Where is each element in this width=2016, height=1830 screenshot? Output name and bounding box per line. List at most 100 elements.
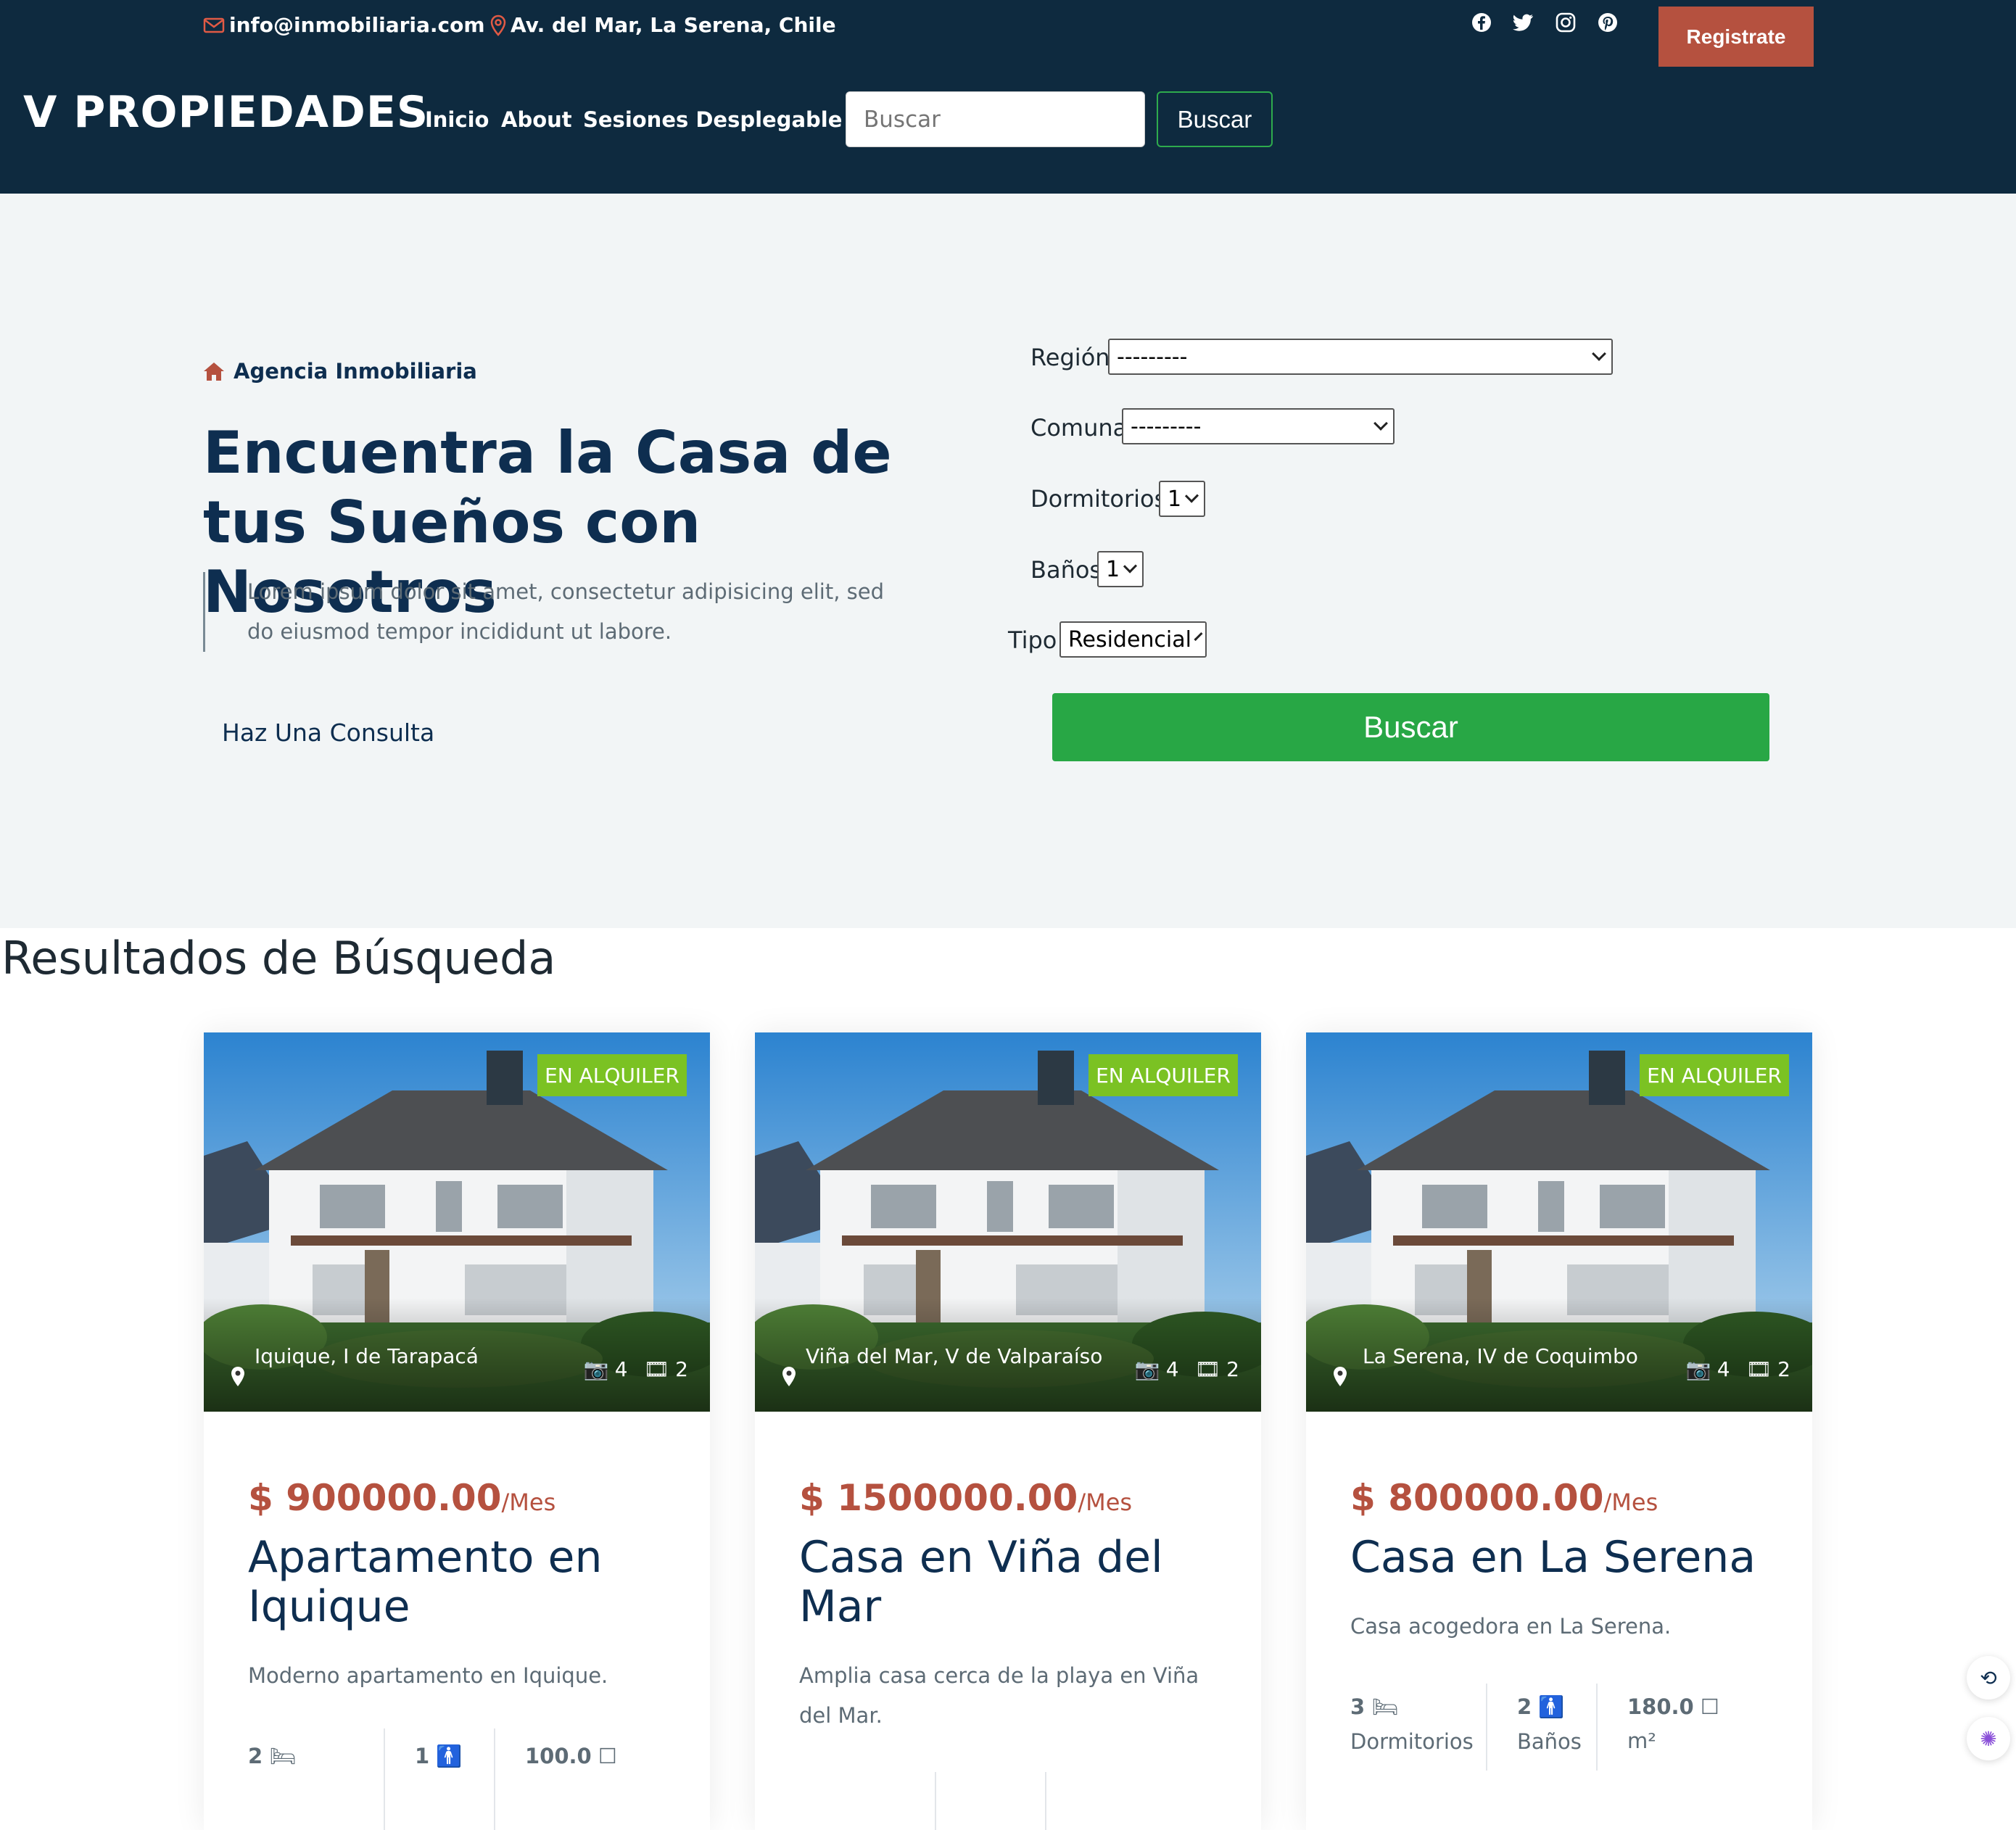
video-count: 2 — [1226, 1357, 1239, 1381]
status-badge: EN ALQUILER — [1088, 1054, 1238, 1096]
agency-tag-label: Agencia Inmobiliaria — [234, 359, 477, 384]
price-period: /Mes — [501, 1489, 556, 1516]
property-location: La Serena, IV de Coquimbo — [1363, 1344, 1638, 1368]
property-image[interactable]: EN ALQUILER Iquique, I de Tarapacá 📷 4 🎞 2 — [204, 1032, 710, 1412]
search-input[interactable] — [846, 91, 1145, 147]
photo-count: 4 — [1717, 1357, 1730, 1381]
media-counts: 📷 4 🎞 2 — [1686, 1357, 1790, 1381]
nav-link-inicio[interactable]: Inicio — [425, 107, 489, 132]
bed-icon: 🛏 — [1371, 1694, 1399, 1719]
property-card[interactable]: EN ALQUILER Viña del Mar, V de Valparaís… — [755, 1032, 1261, 1830]
results-title: Resultados de Búsqueda — [1, 932, 556, 985]
price-value: $ 900000.00 — [248, 1477, 502, 1519]
property-title[interactable]: Casa en La Serena — [1350, 1533, 1785, 1582]
region-label: Región — [1030, 344, 1110, 371]
contact-email[interactable]: info@inmobiliaria.com — [203, 13, 485, 37]
square-icon: ☐ — [1700, 1694, 1719, 1719]
map-pin-icon — [782, 1367, 796, 1386]
divider — [1486, 1684, 1487, 1771]
divider — [1596, 1684, 1598, 1771]
area-stat: 180.0 ☐ m² — [1627, 1694, 1719, 1763]
property-card[interactable]: EN ALQUILER La Serena, IV de Coquimbo 📷 4… — [1306, 1032, 1812, 1830]
beds-count: 3 — [1350, 1694, 1366, 1719]
brand-logo[interactable]: V PROPIEDADES — [23, 87, 429, 138]
film-icon: 🎞 — [1746, 1357, 1772, 1381]
nav-link-about[interactable]: About — [501, 107, 572, 132]
area-stat: 100.0 ☐ — [525, 1744, 617, 1768]
bed-icon: 🛏 — [269, 1744, 297, 1768]
property-description: Casa acogedora en La Serena. — [1350, 1614, 1672, 1639]
divider — [384, 1728, 385, 1830]
media-counts: 📷 4 🎞 2 — [584, 1357, 688, 1381]
price-value: $ 1500000.00 — [799, 1477, 1078, 1519]
property-location: Viña del Mar, V de Valparaíso — [806, 1344, 1103, 1368]
region-select[interactable]: --------- — [1108, 339, 1613, 375]
tipo-select[interactable]: Residencial — [1059, 621, 1207, 658]
banos-label: Baños — [1030, 556, 1102, 584]
instagram-icon[interactable] — [1555, 12, 1577, 33]
banos-select-value: 1 — [1106, 556, 1120, 582]
pinterest-icon[interactable] — [1597, 12, 1619, 33]
video-count: 2 — [675, 1357, 688, 1381]
price-period: /Mes — [1603, 1489, 1658, 1516]
region-select-value: --------- — [1117, 344, 1188, 370]
price-period: /Mes — [1078, 1489, 1133, 1516]
property-image[interactable]: EN ALQUILER La Serena, IV de Coquimbo 📷 4… — [1306, 1032, 1812, 1412]
property-title[interactable]: Apartamento en Iquique — [248, 1533, 683, 1631]
translate-icon[interactable]: ⟲ — [1967, 1656, 2010, 1699]
photo-count: 4 — [1165, 1357, 1179, 1381]
map-pin-icon — [231, 1367, 244, 1386]
facebook-icon[interactable] — [1471, 12, 1492, 33]
baths-label: Baños — [1517, 1729, 1582, 1754]
filter-submit-button[interactable]: Buscar — [1052, 693, 1769, 761]
property-price: $ 900000.00/Mes — [248, 1477, 555, 1519]
chevron-down-icon — [1185, 489, 1199, 503]
assistant-icon[interactable]: ✺ — [1967, 1717, 2010, 1760]
comuna-label: Comuna — [1030, 414, 1128, 442]
baths-count: 2 — [1517, 1694, 1532, 1719]
property-price: $ 1500000.00/Mes — [799, 1477, 1132, 1519]
beds-stat: 3 🛏 Dormitorios — [1350, 1694, 1474, 1763]
social-links — [1471, 12, 1619, 33]
hero-section: Agencia Inmobiliaria Encuentra la Casa d… — [0, 194, 2016, 928]
email-text: info@inmobiliaria.com — [229, 13, 485, 37]
envelope-icon — [203, 17, 225, 33]
property-image[interactable]: EN ALQUILER Viña del Mar, V de Valparaís… — [755, 1032, 1261, 1412]
register-button[interactable]: Registrate — [1658, 7, 1814, 67]
property-card[interactable]: EN ALQUILER Iquique, I de Tarapacá 📷 4 🎞 2… — [204, 1032, 710, 1830]
property-description: Amplia casa cerca de la playa en Viña de… — [799, 1663, 1199, 1728]
comuna-select-value: --------- — [1131, 413, 1202, 439]
divider — [935, 1772, 936, 1830]
consult-button[interactable]: Haz Una Consulta — [222, 719, 434, 747]
comuna-select[interactable]: --------- — [1122, 408, 1395, 444]
dormitorios-select-value: 1 — [1168, 486, 1182, 512]
baths-stat: 2 🚹 Baños — [1517, 1694, 1582, 1763]
beds-label: Dormitorios — [1350, 1729, 1474, 1754]
contact-address: Av. del Mar, La Serena, Chile — [490, 13, 836, 37]
divider — [494, 1728, 495, 1830]
price-value: $ 800000.00 — [1350, 1477, 1604, 1519]
photo-count: 4 — [614, 1357, 628, 1381]
square-icon: ☐ — [598, 1744, 617, 1768]
dormitorios-select[interactable]: 1 — [1159, 481, 1205, 517]
film-icon: 🎞 — [1194, 1357, 1221, 1381]
property-title[interactable]: Casa en Viña del Mar — [799, 1533, 1234, 1631]
property-description: Moderno apartamento en Iquique. — [248, 1663, 608, 1688]
video-count: 2 — [1777, 1357, 1790, 1381]
tipo-select-value: Residencial — [1068, 626, 1191, 653]
nav-dropdown-sesiones[interactable]: Sesiones Desplegable — [583, 107, 863, 132]
banos-select[interactable]: 1 — [1097, 551, 1144, 587]
camera-icon: 📷 — [1134, 1357, 1160, 1381]
area-value: 100.0 — [525, 1744, 592, 1768]
twitter-icon[interactable] — [1513, 12, 1534, 33]
chevron-down-icon — [1592, 347, 1606, 361]
film-icon: 🎞 — [643, 1357, 670, 1381]
person-icon: 🚹 — [1538, 1694, 1565, 1719]
property-price: $ 800000.00/Mes — [1350, 1477, 1658, 1519]
dormitorios-label: Dormitorios — [1030, 485, 1167, 513]
baths-count: 1 — [415, 1744, 430, 1768]
media-counts: 📷 4 🎞 2 — [1135, 1357, 1239, 1381]
search-button[interactable]: Buscar — [1157, 91, 1273, 147]
map-pin-icon — [1334, 1367, 1347, 1386]
hero-lead: Lorem ipsum dolor sit amet, consectetur … — [203, 572, 892, 652]
